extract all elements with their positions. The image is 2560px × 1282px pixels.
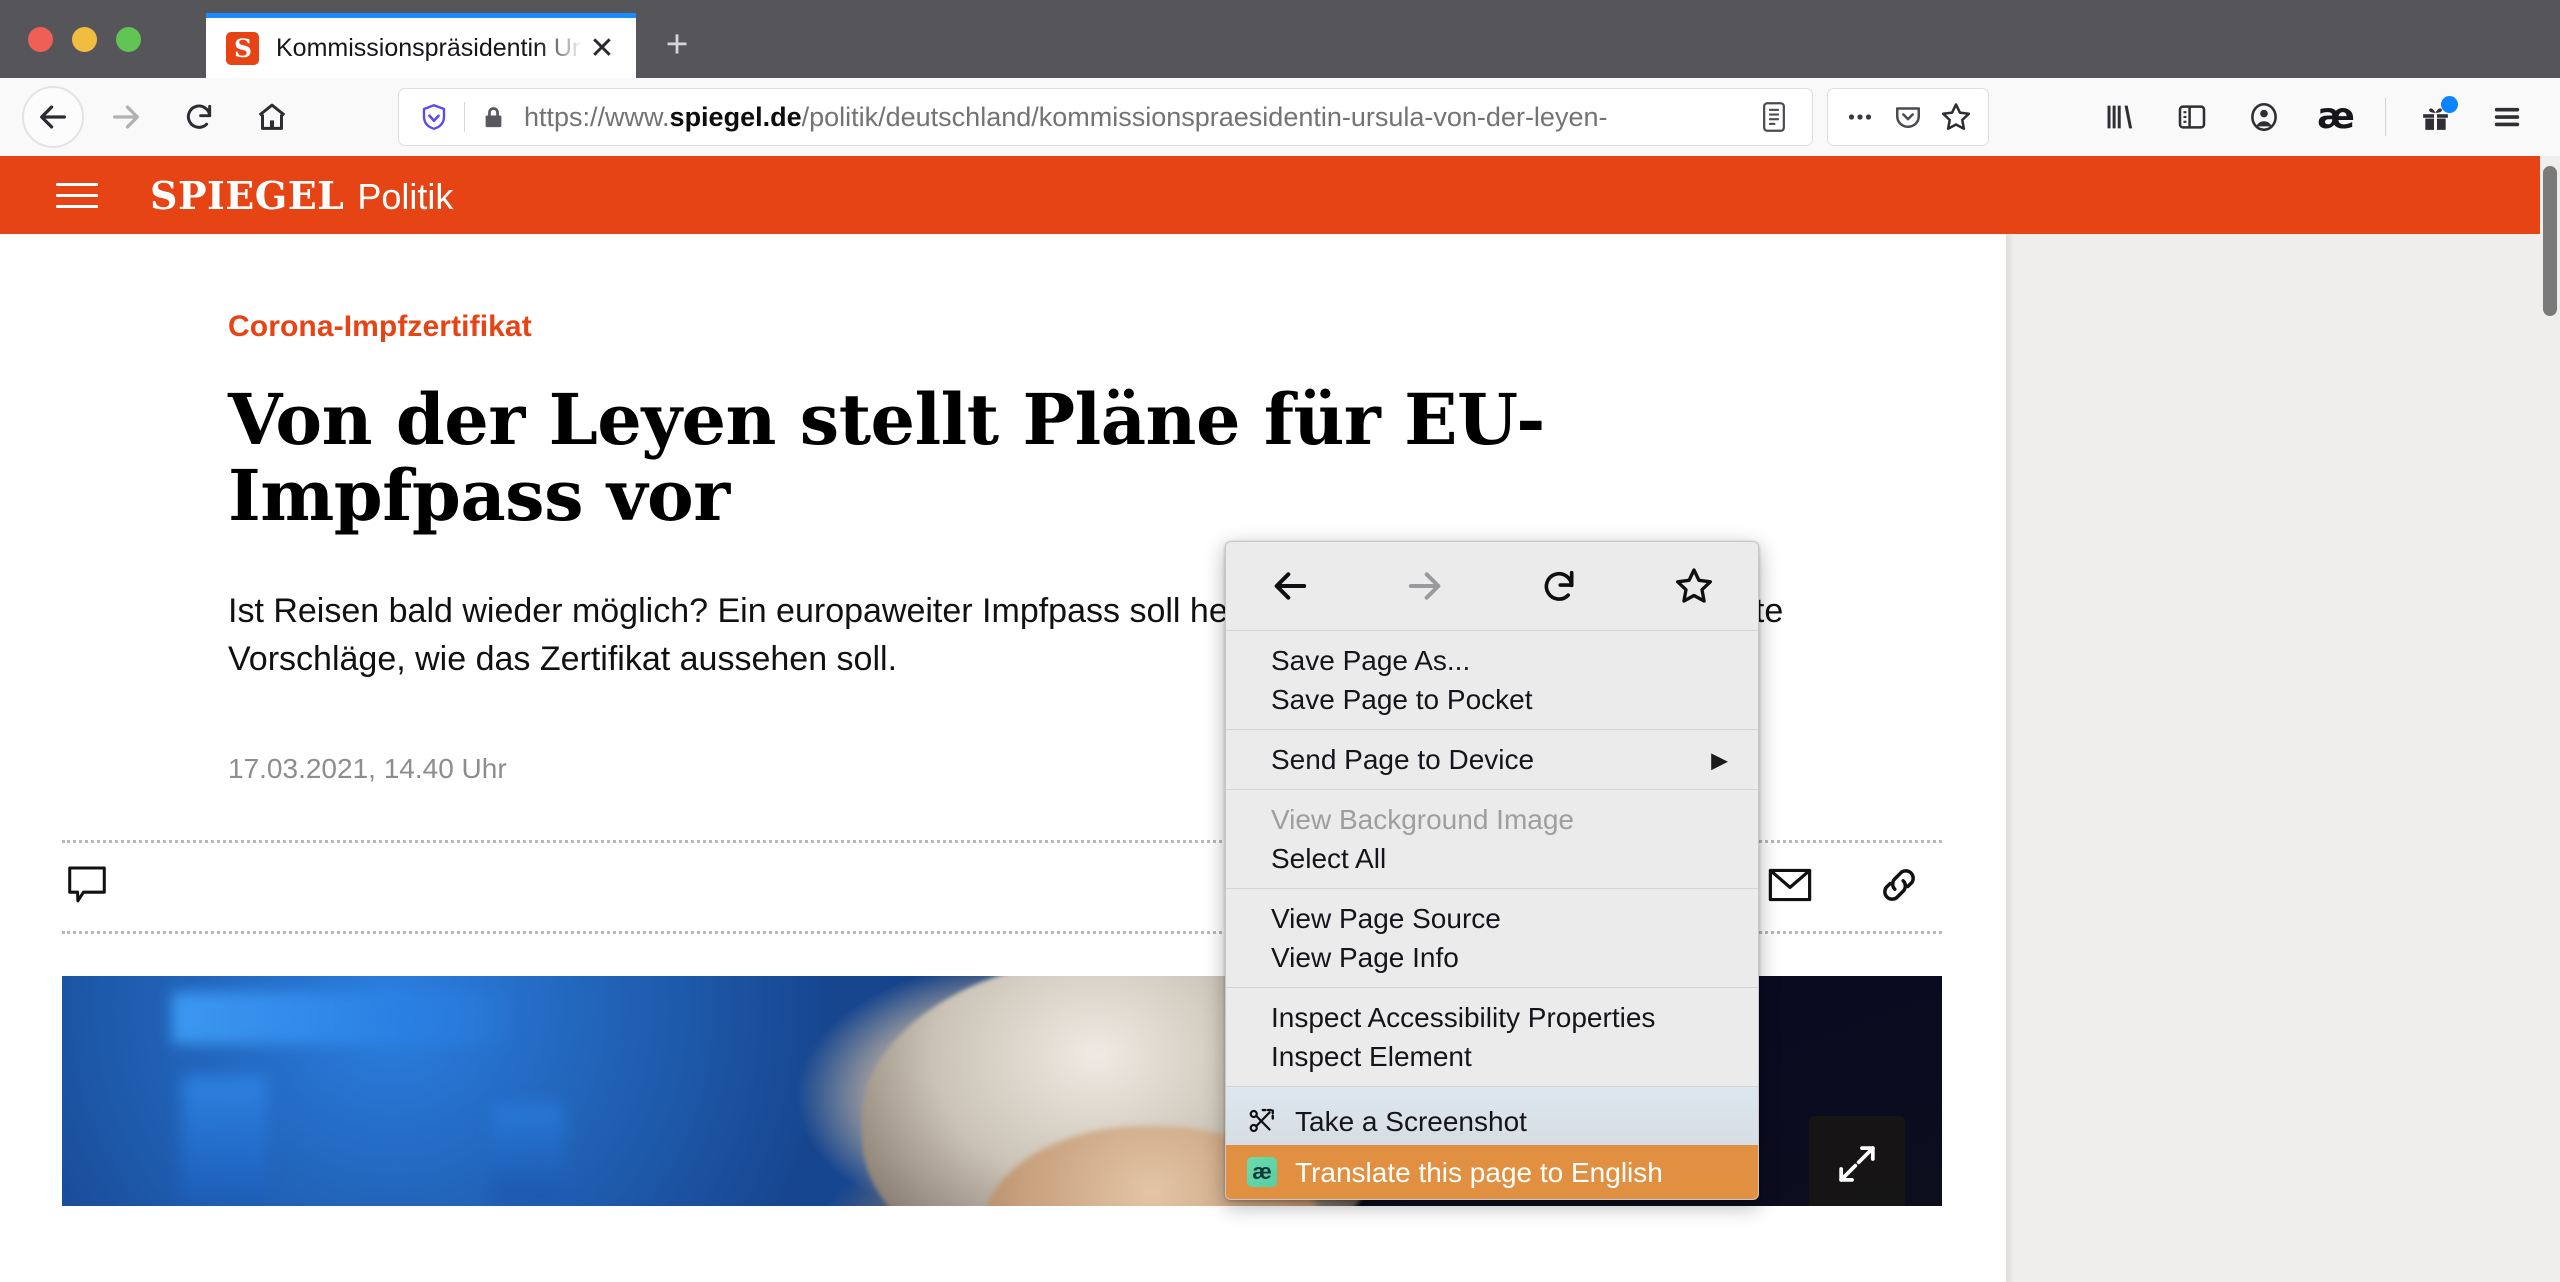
zoom-window-button[interactable]: [116, 26, 141, 52]
context-forward-button: [1387, 554, 1463, 618]
menu-item-label: Inspect Accessibility Properties: [1271, 1002, 1656, 1033]
menu-item-save-page-as[interactable]: Save Page As...: [1226, 641, 1758, 680]
app-menu-icon[interactable]: [2476, 86, 2538, 148]
spiegel-favicon: S: [226, 31, 259, 65]
menu-item-label: Translate this page to English: [1295, 1156, 1663, 1188]
menu-item-label: Inspect Element: [1271, 1041, 1472, 1072]
window-controls: [0, 0, 200, 78]
menu-item-inspect-accessibility-properties[interactable]: Inspect Accessibility Properties: [1226, 998, 1758, 1037]
browser-toolbar-right: æ: [2089, 86, 2538, 148]
context-reload-button[interactable]: [1521, 554, 1597, 618]
library-icon[interactable]: [2089, 86, 2151, 148]
link-icon[interactable]: [1878, 864, 1920, 911]
menu-item-translate-this-page[interactable]: æ Translate this page to English: [1226, 1145, 1758, 1199]
mail-icon[interactable]: [1768, 868, 1812, 907]
gift-notification-badge: [2441, 96, 2458, 113]
sidebar-icon[interactable]: [2161, 86, 2223, 148]
account-icon[interactable]: [2233, 86, 2295, 148]
pocket-icon[interactable]: [1884, 93, 1932, 141]
brand-name: SPIEGEL: [150, 172, 345, 218]
url-path: /politik/deutschland/kommissionspraeside…: [801, 101, 1608, 132]
browser-tab[interactable]: S Kommissionspräsidentin Ursula ✕: [206, 13, 636, 78]
back-button[interactable]: [22, 86, 84, 148]
article-kicker[interactable]: Corona-Impfzertifikat: [228, 310, 2006, 344]
scissors-screenshot-icon: [1247, 1106, 1277, 1136]
share-action-group: [1768, 864, 1942, 911]
page-scrollbar[interactable]: [2540, 156, 2560, 1282]
close-tab-icon[interactable]: ✕: [582, 28, 622, 68]
menu-item-label: Select All: [1271, 843, 1387, 874]
hero-screen-text-1: [172, 992, 522, 1045]
context-menu-group: Take a Screenshot æ Translate this page …: [1226, 1087, 1758, 1199]
menu-item-send-page-to-device[interactable]: Send Page to Device ▶: [1226, 740, 1758, 779]
url-divider: [464, 102, 465, 132]
brand-section: Politik: [357, 175, 454, 217]
url-protocol: https://www.: [524, 101, 670, 132]
menu-item-inspect-element[interactable]: Inspect Element: [1226, 1037, 1758, 1076]
menu-item-label: Save Page to Pocket: [1271, 684, 1533, 715]
hero-screen-text-3: [492, 1104, 564, 1205]
close-window-button[interactable]: [28, 26, 53, 52]
menu-item-label: View Background Image: [1271, 804, 1574, 835]
menu-item-view-background-image: View Background Image: [1226, 800, 1758, 839]
page-actions-icon[interactable]: [1836, 93, 1884, 141]
menu-item-take-a-screenshot[interactable]: Take a Screenshot: [1226, 1097, 1758, 1145]
menu-item-label: View Page Info: [1271, 942, 1459, 973]
context-menu-group: Send Page to Device ▶: [1226, 730, 1758, 789]
comment-bubble-icon[interactable]: [66, 865, 108, 910]
gift-icon[interactable]: [2404, 86, 2466, 148]
toolbar-divider: [2385, 98, 2386, 136]
tracking-protection-shield-icon[interactable]: [419, 102, 449, 132]
translate-ae-icon[interactable]: æ: [2305, 86, 2367, 148]
tab-title: Kommissionspräsidentin Ursula: [276, 33, 582, 62]
context-menu-nav-row: [1226, 542, 1758, 630]
page-title: Von der Leyen stellt Pläne für EU-Impfpa…: [228, 378, 1545, 538]
site-header: SPIEGEL Politik: [0, 156, 2540, 234]
tab-bar: S Kommissionspräsidentin Ursula ✕ +: [0, 0, 2560, 78]
context-menu-group: View Page Source View Page Info: [1226, 889, 1758, 987]
context-back-button[interactable]: [1252, 554, 1328, 618]
new-tab-button[interactable]: +: [646, 14, 708, 76]
url-text[interactable]: https://www.spiegel.de/politik/deutschla…: [524, 102, 1750, 133]
hero-screen-text-2: [182, 1076, 267, 1202]
menu-item-label: View Page Source: [1271, 903, 1501, 934]
menu-item-save-page-to-pocket[interactable]: Save Page to Pocket: [1226, 680, 1758, 719]
menu-item-view-page-info[interactable]: View Page Info: [1226, 938, 1758, 977]
translate-ae-icon: æ: [1247, 1157, 1277, 1187]
browser-window: S Kommissionspräsidentin Ursula ✕ +: [0, 0, 2560, 1282]
reader-view-icon[interactable]: [1750, 93, 1798, 141]
minimize-window-button[interactable]: [72, 26, 97, 52]
forward-button[interactable]: [95, 86, 157, 148]
menu-item-label: Send Page to Device: [1271, 744, 1535, 775]
menu-item-view-page-source[interactable]: View Page Source: [1226, 899, 1758, 938]
context-bookmark-button[interactable]: [1656, 554, 1732, 618]
context-menu-group: View Background Image Select All: [1226, 790, 1758, 888]
submenu-arrow-icon: ▶: [1711, 747, 1728, 772]
site-menu-icon[interactable]: [56, 182, 98, 208]
reload-button[interactable]: [168, 86, 230, 148]
site-brand[interactable]: SPIEGEL Politik: [150, 173, 453, 218]
page-actions-group: [1827, 88, 1989, 146]
url-domain: spiegel.de: [669, 101, 802, 132]
home-button[interactable]: [241, 86, 303, 148]
lock-icon[interactable]: [480, 104, 507, 131]
menu-item-label: Save Page As...: [1271, 645, 1471, 676]
scrollbar-thumb[interactable]: [2543, 166, 2557, 316]
url-bar-icons: [1750, 93, 1798, 141]
context-menu-group: Inspect Accessibility Properties Inspect…: [1226, 988, 1758, 1086]
menu-item-label: Take a Screenshot: [1295, 1105, 1527, 1137]
navigation-toolbar: https://www.spiegel.de/politik/deutschla…: [0, 78, 2560, 156]
comment-action-group: [62, 865, 108, 910]
menu-item-select-all[interactable]: Select All: [1226, 839, 1758, 878]
address-bar[interactable]: https://www.spiegel.de/politik/deutschla…: [398, 88, 1813, 146]
context-menu-group: Save Page As... Save Page to Pocket: [1226, 631, 1758, 729]
context-menu: Save Page As... Save Page to Pocket Send…: [1225, 541, 1759, 1200]
expand-image-icon[interactable]: [1809, 1116, 1905, 1207]
bookmark-star-icon[interactable]: [1932, 93, 1980, 141]
